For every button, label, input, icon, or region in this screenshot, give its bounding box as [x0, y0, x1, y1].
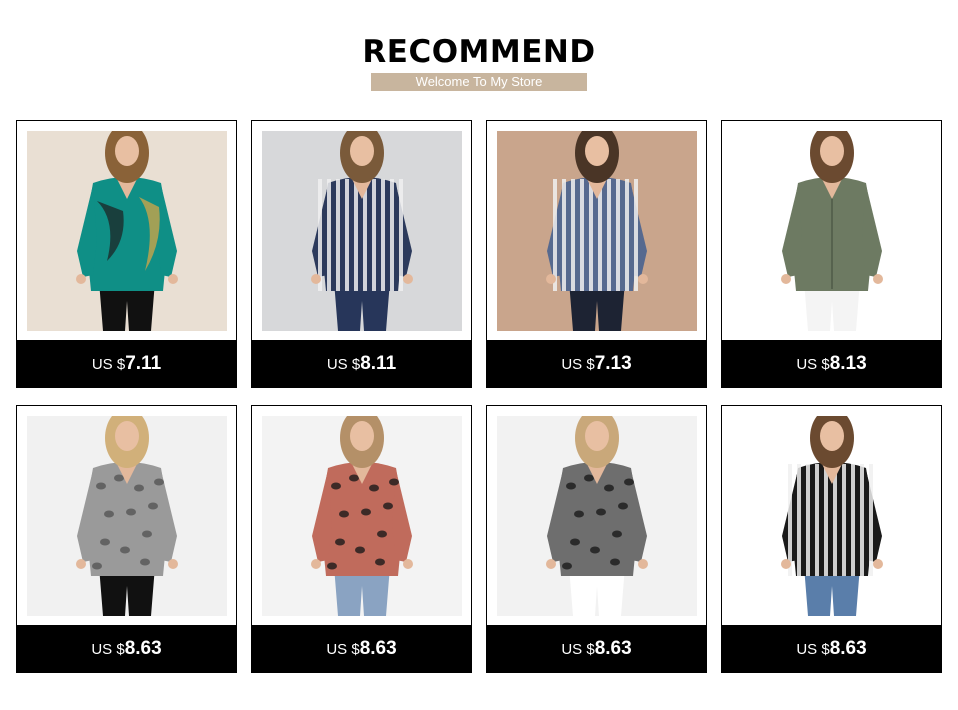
- product-card-4[interactable]: US $8.13: [721, 120, 942, 388]
- currency-label: US $: [91, 641, 125, 658]
- price-value: 8.63: [594, 638, 632, 659]
- product-card-2[interactable]: US $8.11: [251, 120, 472, 388]
- product-photo-2: [262, 131, 462, 331]
- product-card-8[interactable]: US $8.63: [721, 405, 942, 673]
- currency-label: US $: [561, 356, 595, 373]
- price-bar: US $7.13: [487, 340, 706, 387]
- currency-label: US $: [326, 356, 361, 373]
- product-image-7[interactable]: [497, 416, 697, 616]
- product-image-8[interactable]: [732, 416, 932, 616]
- price-value: 7.11: [125, 353, 162, 374]
- currency-label: US $: [796, 641, 830, 658]
- price-value: 8.63: [829, 638, 867, 659]
- store-welcome-banner: Welcome To My Store: [371, 73, 587, 91]
- product-card-1[interactable]: US $7.11: [16, 120, 237, 388]
- product-card-6[interactable]: US $8.63: [251, 405, 472, 673]
- currency-label: US $: [91, 356, 126, 373]
- price-bar: US $8.63: [487, 625, 706, 672]
- product-image-3[interactable]: [497, 131, 697, 331]
- price-bar: US $7.11: [17, 340, 236, 387]
- product-image-6[interactable]: [262, 416, 462, 616]
- product-photo-6: [262, 416, 462, 616]
- product-photo-5: [27, 416, 227, 616]
- product-image-1[interactable]: [27, 131, 227, 331]
- section-title: RECOMMEND: [362, 34, 596, 70]
- product-image-2[interactable]: [262, 131, 462, 331]
- currency-label: US $: [796, 356, 830, 373]
- price-bar: US $8.11: [252, 340, 471, 387]
- price-value: 8.11: [360, 353, 397, 374]
- product-card-7[interactable]: US $8.63: [486, 405, 707, 673]
- currency-label: US $: [561, 641, 595, 658]
- product-image-5[interactable]: [27, 416, 227, 616]
- product-photo-1: [27, 131, 227, 331]
- price-value: 8.63: [124, 638, 162, 659]
- price-value: 8.13: [829, 353, 867, 374]
- price-bar: US $8.63: [17, 625, 236, 672]
- product-image-4[interactable]: [732, 131, 932, 331]
- price-bar: US $8.63: [722, 625, 941, 672]
- currency-label: US $: [326, 641, 360, 658]
- product-photo-7: [497, 416, 697, 616]
- price-value: 8.63: [359, 638, 397, 659]
- product-card-3[interactable]: US $7.13: [486, 120, 707, 388]
- price-value: 7.13: [594, 353, 632, 374]
- product-photo-4: [732, 131, 932, 331]
- price-bar: US $8.63: [252, 625, 471, 672]
- product-photo-8: [732, 416, 932, 616]
- product-photo-3: [497, 131, 697, 331]
- price-bar: US $8.13: [722, 340, 941, 387]
- product-card-5[interactable]: US $8.63: [16, 405, 237, 673]
